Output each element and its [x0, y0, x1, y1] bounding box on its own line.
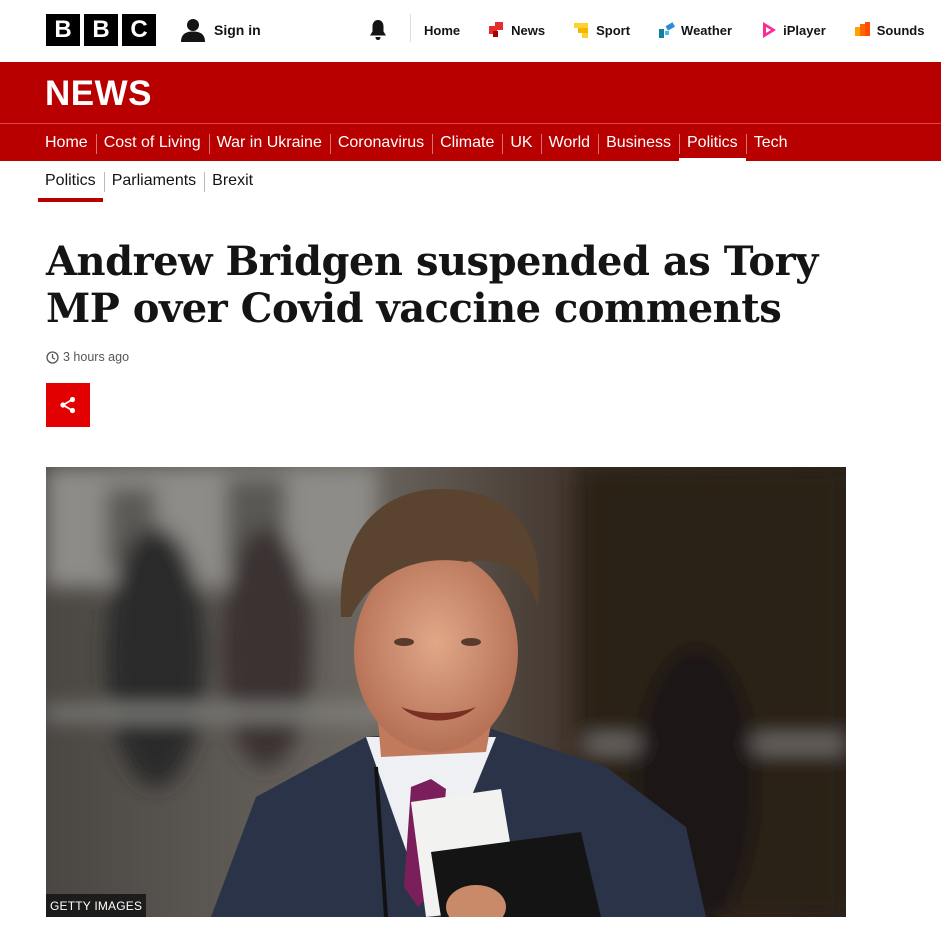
sub-nav-parliaments[interactable]: Parliaments — [103, 162, 204, 200]
share-button[interactable] — [46, 383, 90, 427]
main-nav-tech[interactable]: Tech — [745, 124, 796, 161]
global-nav-sport[interactable]: Sport — [573, 21, 630, 39]
sounds-icon — [854, 22, 870, 36]
main-nav-coronavirus[interactable]: Coronavirus — [329, 124, 432, 161]
headline-line: Andrew Bridgen suspended as Tory — [46, 238, 818, 285]
news-main-nav: Home Cost of Living War in Ukraine Coron… — [0, 123, 941, 162]
sub-nav-brexit[interactable]: Brexit — [204, 162, 261, 200]
global-nav-label: Sounds — [876, 22, 925, 38]
global-nav-sounds[interactable]: Sounds — [854, 21, 925, 39]
news-banner: NEWS — [0, 62, 941, 123]
bbc-global-header: B B C Sign in Home News Sport Weather iP… — [0, 0, 941, 61]
sport-icon — [574, 23, 589, 38]
sign-in-label: Sign in — [214, 22, 261, 38]
clock-icon — [46, 350, 59, 364]
iplayer-icon — [763, 22, 777, 38]
main-nav-climate[interactable]: Climate — [432, 124, 502, 161]
logo-letter: B — [84, 14, 118, 46]
article-lead-image: GETTY IMAGES — [46, 467, 846, 917]
global-nav-label: News — [511, 22, 546, 38]
notifications-bell-icon[interactable] — [366, 18, 390, 42]
main-nav-politics[interactable]: Politics — [679, 124, 746, 162]
global-nav-label: Home — [424, 22, 461, 38]
main-nav-cost-of-living[interactable]: Cost of Living — [95, 124, 209, 161]
photo-of-mp — [46, 467, 846, 917]
global-nav-label: Weather — [681, 22, 733, 38]
weather-icon — [659, 22, 676, 38]
sign-in-link[interactable]: Sign in — [180, 14, 261, 46]
global-nav-label: Sport — [596, 22, 631, 38]
news-section-title[interactable]: NEWS — [45, 74, 152, 114]
user-icon — [181, 19, 205, 42]
news-icon — [489, 22, 504, 37]
sub-nav-politics[interactable]: Politics — [37, 162, 104, 202]
main-nav-home[interactable]: Home — [37, 124, 96, 161]
global-nav-weather[interactable]: Weather — [658, 21, 732, 39]
logo-letter: C — [122, 14, 156, 46]
bbc-logo[interactable]: B B C — [46, 14, 156, 46]
global-nav: Home News Sport Weather iPlayer Sounds — [424, 16, 924, 44]
main-nav-world[interactable]: World — [540, 124, 599, 161]
politics-sub-nav: Politics Parliaments Brexit — [37, 161, 261, 202]
headline-line: MP over Covid vaccine comments — [46, 285, 782, 332]
main-nav-war-in-ukraine[interactable]: War in Ukraine — [208, 124, 330, 161]
global-nav-home[interactable]: Home — [424, 23, 460, 38]
article-headline: Andrew Bridgen suspended as Tory MP over… — [46, 238, 846, 332]
logo-letter: B — [46, 14, 80, 46]
image-credit: GETTY IMAGES — [46, 894, 147, 917]
timestamp-text: 3 hours ago — [63, 350, 130, 364]
header-divider — [410, 14, 411, 42]
main-nav-uk[interactable]: UK — [502, 124, 540, 161]
global-nav-iplayer[interactable]: iPlayer — [760, 21, 826, 39]
global-nav-news[interactable]: News — [488, 21, 545, 39]
global-nav-label: iPlayer — [783, 22, 826, 38]
main-nav-business[interactable]: Business — [598, 124, 679, 161]
share-icon — [60, 396, 76, 414]
article-timestamp: 3 hours ago — [46, 350, 129, 364]
